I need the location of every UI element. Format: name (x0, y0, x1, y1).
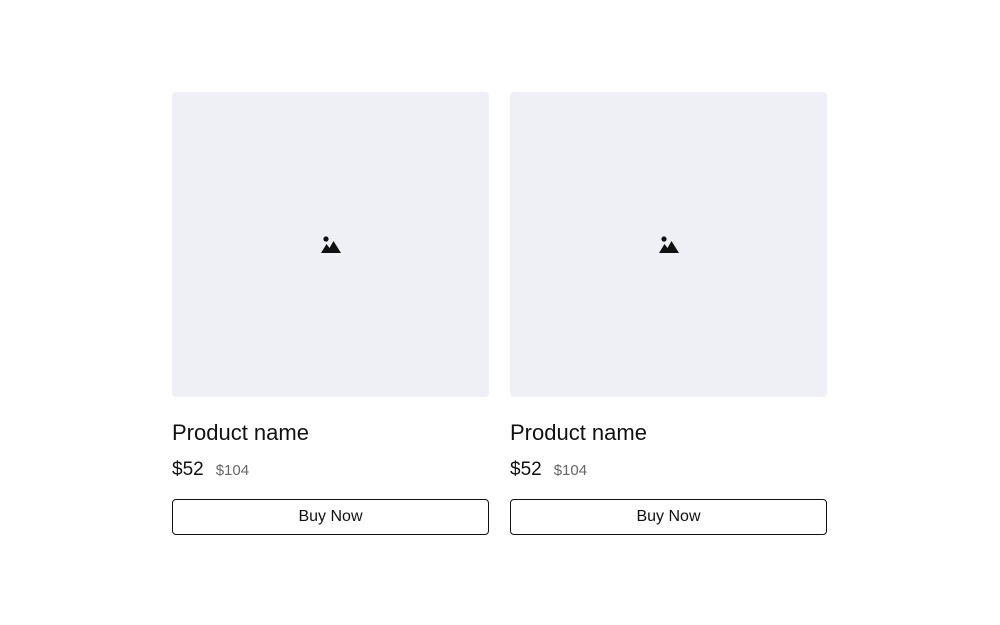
product-image[interactable] (172, 92, 489, 397)
image-placeholder-icon (658, 235, 679, 253)
product-grid: Product name $52 $104 Buy Now Product na… (172, 92, 828, 535)
product-name[interactable]: Product name (172, 420, 489, 446)
image-placeholder-icon (320, 235, 341, 253)
product-prices: $52 $104 (172, 459, 489, 481)
buy-now-button[interactable]: Buy Now (510, 499, 827, 535)
sale-price: $52 (510, 459, 542, 480)
product-card: Product name $52 $104 Buy Now (510, 92, 827, 535)
sale-price: $52 (172, 459, 204, 480)
compare-at-price: $104 (553, 462, 588, 479)
buy-now-button[interactable]: Buy Now (172, 499, 489, 535)
product-image[interactable] (510, 92, 827, 397)
product-prices: $52 $104 (510, 459, 827, 481)
product-card: Product name $52 $104 Buy Now (172, 92, 489, 535)
compare-at-price: $104 (215, 462, 250, 479)
product-name[interactable]: Product name (510, 420, 827, 446)
